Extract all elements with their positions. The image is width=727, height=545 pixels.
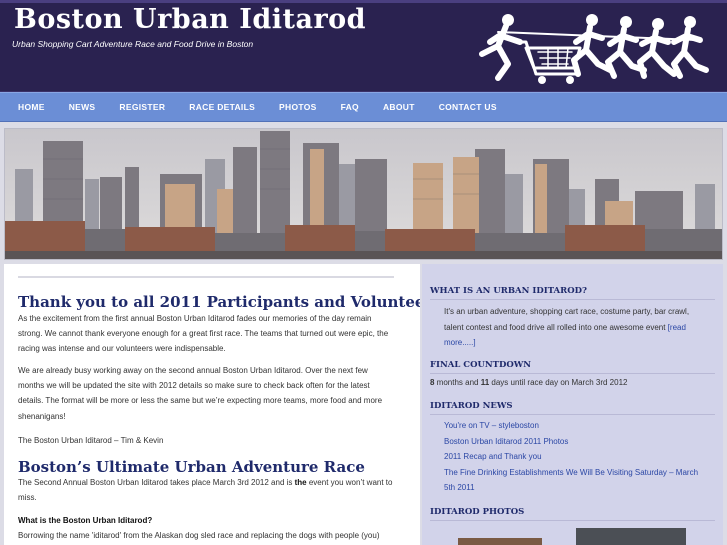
post-title-ultimate-race[interactable]: Boston’s Ultimate Urban Adventure Race xyxy=(18,458,365,476)
post-paragraph-1: As the excitement from the first annual … xyxy=(18,314,389,354)
sidebar-divider xyxy=(430,414,715,415)
post-paragraph-borrowing: Borrowing the name 'iditarod' from the A… xyxy=(18,531,380,540)
nav-news[interactable]: NEWS xyxy=(57,102,108,112)
skyline-banner-image xyxy=(4,128,723,260)
news-item: The Fine Drinking Establishments We Will… xyxy=(444,465,710,496)
what-is-subheading-text: What is the Boston Urban Iditarod? xyxy=(18,516,153,525)
nav-register[interactable]: REGISTER xyxy=(107,102,177,112)
sidebar: WHAT IS AN URBAN IDITAROD? It's an urban… xyxy=(422,264,723,545)
race-date-emphasis: the xyxy=(294,478,307,487)
photo-thumbnail[interactable] xyxy=(458,538,542,545)
sidebar-title-news: IDITAROD NEWS xyxy=(430,401,513,411)
header-top-line xyxy=(0,0,727,3)
photo-thumbnail[interactable] xyxy=(576,528,686,545)
what-is-description: It's an urban adventure, shopping cart r… xyxy=(444,304,706,351)
news-link-photos[interactable]: Boston Urban Iditarod 2011 Photos xyxy=(444,437,568,446)
countdown-text: 8 months and 11 days until race day on M… xyxy=(430,378,627,387)
shopping-cart-runners-icon xyxy=(479,14,709,84)
sidebar-title-countdown: FINAL COUNTDOWN xyxy=(430,360,532,370)
post-paragraph-2: We are already busy working away on the … xyxy=(18,366,383,421)
post-paragraph-race-date: The Second Annual Boston Urban Iditarod … xyxy=(18,475,396,505)
sidebar-title-what-is: WHAT IS AN URBAN IDITAROD? xyxy=(430,286,587,296)
content-divider xyxy=(18,276,394,278)
news-link-recap[interactable]: 2011 Recap and Thank you xyxy=(444,452,542,461)
what-is-subheading: What is the Boston Urban Iditarod? xyxy=(18,513,396,528)
news-item: Boston Urban Iditarod 2011 Photos xyxy=(444,434,710,450)
news-item: 2011 Recap and Thank you xyxy=(444,449,710,465)
site-header: Boston Urban Iditarod Urban Shopping Car… xyxy=(0,0,727,92)
news-link-tv[interactable]: You're on TV – styleboston xyxy=(444,421,539,430)
sidebar-divider xyxy=(430,520,715,521)
sidebar-divider xyxy=(430,299,715,300)
countdown-mid: months and xyxy=(434,378,481,387)
nav-race-details[interactable]: RACE DETAILS xyxy=(177,102,267,112)
nav-contact-us[interactable]: CONTACT US xyxy=(427,102,509,112)
nav-about[interactable]: ABOUT xyxy=(371,102,427,112)
sidebar-divider xyxy=(430,373,715,374)
sidebar-title-photos: IDITAROD PHOTOS xyxy=(430,507,525,517)
news-link-drinking[interactable]: The Fine Drinking Establishments We Will… xyxy=(444,468,698,493)
post-title-thank-you[interactable]: Thank you to all 2011 Participants and V… xyxy=(18,293,420,311)
nav-photos[interactable]: PHOTOS xyxy=(267,102,329,112)
what-is-text: It's an urban adventure, shopping cart r… xyxy=(444,307,690,332)
countdown-tail: days until race day on March 3rd 2012 xyxy=(489,378,628,387)
race-date-text: The Second Annual Boston Urban Iditarod … xyxy=(18,478,295,487)
main-content: Thank you to all 2011 Participants and V… xyxy=(4,264,420,545)
main-navigation: HOME NEWS REGISTER RACE DETAILS PHOTOS F… xyxy=(0,92,727,122)
site-title[interactable]: Boston Urban Iditarod xyxy=(14,4,366,35)
news-item: You're on TV – styleboston xyxy=(444,418,710,434)
countdown-days: 11 xyxy=(480,378,490,387)
nav-home[interactable]: HOME xyxy=(6,102,57,112)
site-tagline: Urban Shopping Cart Adventure Race and F… xyxy=(12,39,254,49)
news-list: You're on TV – styleboston Boston Urban … xyxy=(444,418,710,496)
post-signature: The Boston Urban Iditarod – Tim & Kevin xyxy=(18,436,164,445)
nav-faq[interactable]: FAQ xyxy=(329,102,371,112)
